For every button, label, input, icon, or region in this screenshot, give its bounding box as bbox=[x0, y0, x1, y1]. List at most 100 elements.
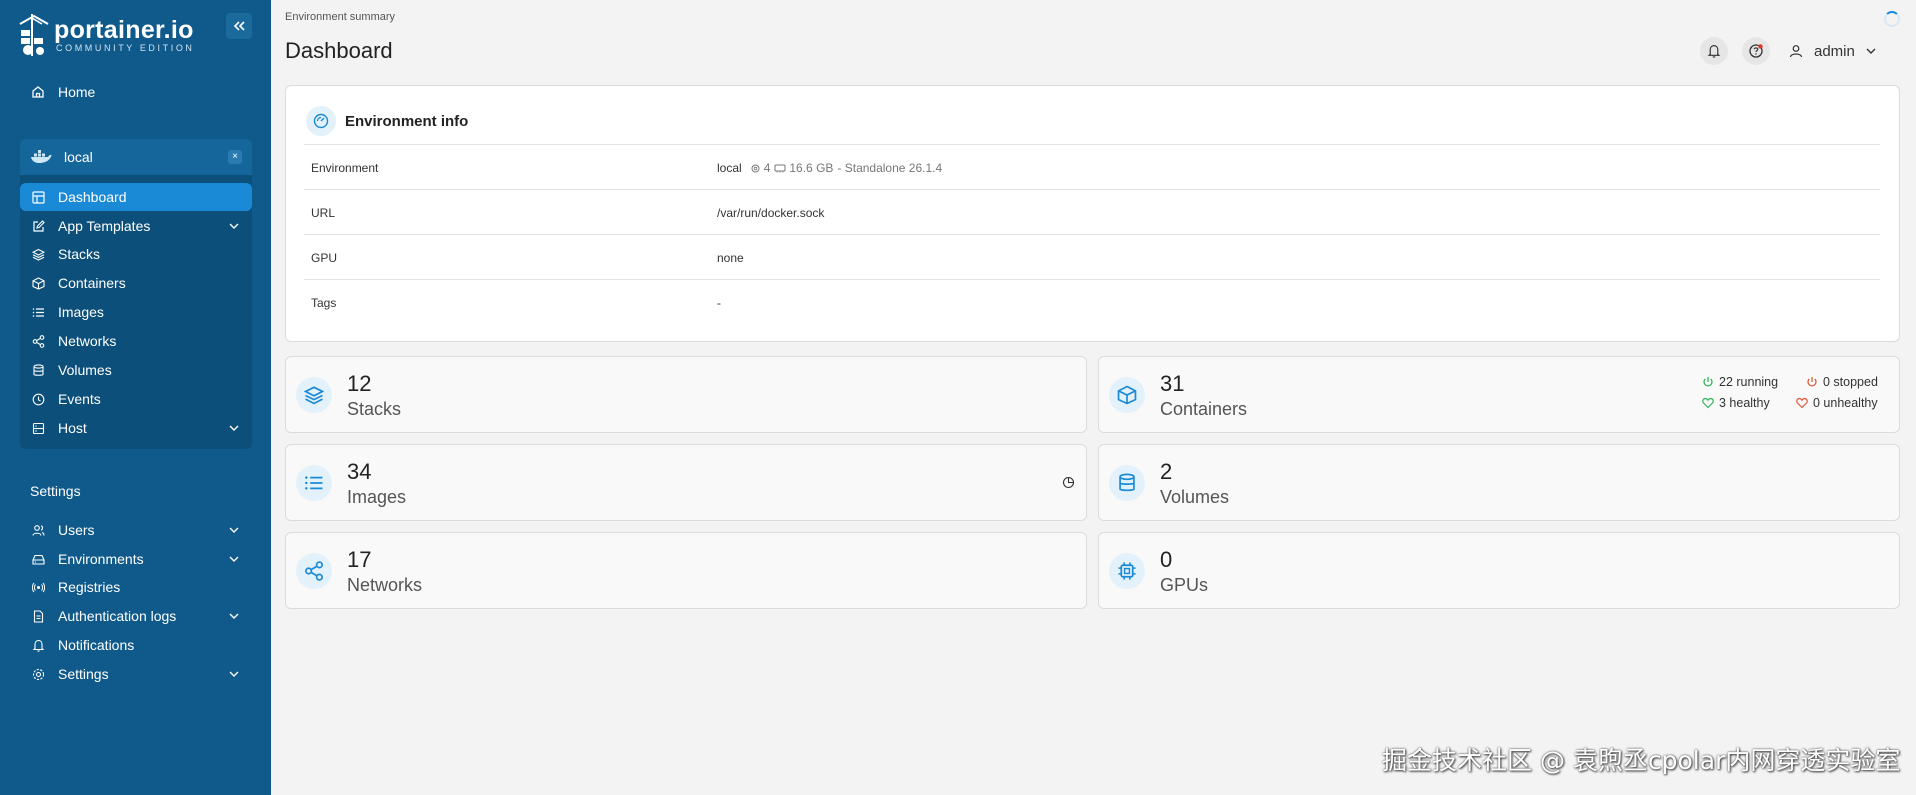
sidebar-item-home[interactable]: Home bbox=[20, 78, 252, 106]
images-label: Images bbox=[347, 487, 407, 507]
info-row-url: URL /var/run/docker.sock bbox=[304, 189, 1880, 234]
box-icon bbox=[1117, 385, 1137, 405]
sidebar-item-label: Networks bbox=[58, 333, 117, 349]
sidebar-item-containers[interactable]: Containers bbox=[20, 269, 252, 297]
logo-text: portainer.io bbox=[54, 16, 194, 44]
sidebar-item-label: Settings bbox=[58, 666, 109, 682]
containers-label: Containers bbox=[1160, 399, 1248, 419]
sidebar-item-environments[interactable]: Environments bbox=[20, 545, 252, 573]
networks-label: Networks bbox=[347, 575, 423, 595]
portainer-logo[interactable]: portainer.io COMMUNITY EDITION bbox=[18, 12, 195, 58]
cpu-count: 4 bbox=[763, 161, 771, 175]
info-key: Tags bbox=[311, 296, 337, 310]
sidebar-item-label: Users bbox=[58, 522, 95, 538]
sidebar-item-registries[interactable]: Registries bbox=[20, 573, 252, 601]
info-row-gpu: GPU none bbox=[304, 234, 1880, 279]
heart-icon bbox=[1796, 397, 1808, 409]
heart-icon bbox=[1702, 397, 1714, 409]
stacks-count: 12 bbox=[347, 371, 372, 396]
chevron-down-icon bbox=[229, 671, 239, 677]
sidebar-item-users[interactable]: Users bbox=[20, 516, 252, 544]
chevron-down-icon bbox=[229, 613, 239, 619]
environment-info-title: Environment info bbox=[345, 112, 469, 130]
sidebar-item-images[interactable]: Images bbox=[20, 298, 252, 326]
help-button[interactable] bbox=[1742, 37, 1770, 65]
environment-info-header: Environment info bbox=[306, 106, 468, 136]
sidebar-item-volumes[interactable]: Volumes bbox=[20, 356, 252, 384]
tags-value: - bbox=[717, 296, 721, 310]
containers-card[interactable]: 31 Containers 22 running 0 stopped 3 hea… bbox=[1098, 356, 1900, 433]
gpu-value: none bbox=[717, 251, 744, 265]
containers-count: 31 bbox=[1160, 371, 1185, 396]
url-value: /var/run/docker.sock bbox=[717, 206, 825, 220]
sidebar-item-authentication-logs[interactable]: Authentication logs bbox=[20, 602, 252, 630]
list-icon bbox=[32, 307, 44, 317]
share-icon bbox=[32, 334, 44, 348]
gear-icon bbox=[32, 668, 44, 680]
gpus-count: 0 bbox=[1160, 547, 1173, 572]
healthy-status: 3 healthy bbox=[1701, 396, 1770, 410]
environment-close-button[interactable]: × bbox=[228, 150, 242, 164]
sidebar-item-app-templates[interactable]: App Templates bbox=[20, 212, 252, 240]
hard-drive-icon bbox=[31, 554, 45, 565]
volumes-count: 2 bbox=[1160, 459, 1173, 484]
breadcrumb[interactable]: Environment summary bbox=[285, 11, 395, 23]
sidebar-item-settings[interactable]: Settings bbox=[20, 660, 252, 688]
environment-version: - Standalone 26.1.4 bbox=[837, 161, 943, 175]
layers-icon bbox=[31, 248, 45, 261]
volumes-label: Volumes bbox=[1160, 487, 1230, 507]
images-count: 34 bbox=[347, 459, 372, 484]
double-chevron-left-icon bbox=[233, 21, 245, 31]
sidebar-item-events[interactable]: Events bbox=[20, 385, 252, 413]
pie-chart-icon[interactable] bbox=[1062, 476, 1075, 489]
collapse-sidebar-button[interactable] bbox=[226, 13, 252, 39]
sidebar-item-label: Environments bbox=[58, 551, 144, 567]
healthy-count: 3 healthy bbox=[1719, 396, 1770, 410]
sidebar-item-host[interactable]: Host bbox=[20, 414, 252, 442]
unhealthy-count: 0 unhealthy bbox=[1813, 396, 1878, 410]
images-card[interactable]: 34 Images bbox=[285, 444, 1087, 521]
database-icon bbox=[1119, 473, 1135, 492]
portainer-logo-icon bbox=[19, 14, 49, 56]
page-title: Dashboard bbox=[285, 38, 393, 63]
sidebar-item-networks[interactable]: Networks bbox=[20, 327, 252, 355]
docker-icon bbox=[31, 150, 52, 163]
sidebar-item-label: Home bbox=[58, 84, 96, 100]
cpu-chip-icon bbox=[1118, 562, 1136, 580]
power-icon bbox=[1703, 377, 1713, 387]
environment-header[interactable]: local × bbox=[20, 139, 252, 175]
power-icon bbox=[1807, 377, 1817, 387]
user-menu[interactable]: admin bbox=[1788, 38, 1877, 64]
users-icon bbox=[31, 524, 45, 536]
info-key: Environment bbox=[311, 161, 379, 175]
sidebar-item-dashboard[interactable]: Dashboard bbox=[20, 183, 252, 211]
volumes-card[interactable]: 2 Volumes bbox=[1098, 444, 1900, 521]
logo-subtitle: COMMUNITY EDITION bbox=[56, 43, 195, 53]
memory-icon bbox=[774, 164, 786, 173]
stopped-count: 0 stopped bbox=[1823, 375, 1878, 389]
stacks-card[interactable]: 12 Stacks bbox=[285, 356, 1087, 433]
sidebar-item-stacks[interactable]: Stacks bbox=[20, 240, 252, 268]
bell-icon bbox=[1707, 45, 1721, 58]
chevron-down-icon bbox=[229, 223, 239, 229]
gpus-label: GPUs bbox=[1160, 575, 1209, 595]
settings-section-title: Settings bbox=[30, 483, 81, 499]
clock-icon bbox=[32, 393, 44, 405]
user-name: admin bbox=[1814, 42, 1855, 60]
unhealthy-status: 0 unhealthy bbox=[1795, 396, 1878, 410]
sidebar-item-notifications[interactable]: Notifications bbox=[20, 631, 252, 659]
bell-icon bbox=[32, 639, 44, 652]
environment-info-card: Environment info Environment local 4 16.… bbox=[285, 85, 1900, 342]
sidebar-item-label: Volumes bbox=[58, 362, 112, 378]
chevron-down-icon bbox=[1866, 48, 1876, 54]
sidebar-item-label: Dashboard bbox=[58, 189, 127, 205]
networks-card[interactable]: 17 Networks bbox=[285, 532, 1087, 609]
database-icon bbox=[32, 363, 44, 376]
sidebar-item-label: Authentication logs bbox=[58, 608, 177, 624]
sidebar-item-label: Notifications bbox=[58, 637, 135, 653]
notifications-button[interactable] bbox=[1700, 37, 1728, 65]
gpus-card[interactable]: 0 GPUs bbox=[1098, 532, 1900, 609]
edit-icon bbox=[32, 219, 45, 232]
sidebar-item-label: Images bbox=[58, 304, 104, 320]
user-icon bbox=[1789, 45, 1803, 58]
